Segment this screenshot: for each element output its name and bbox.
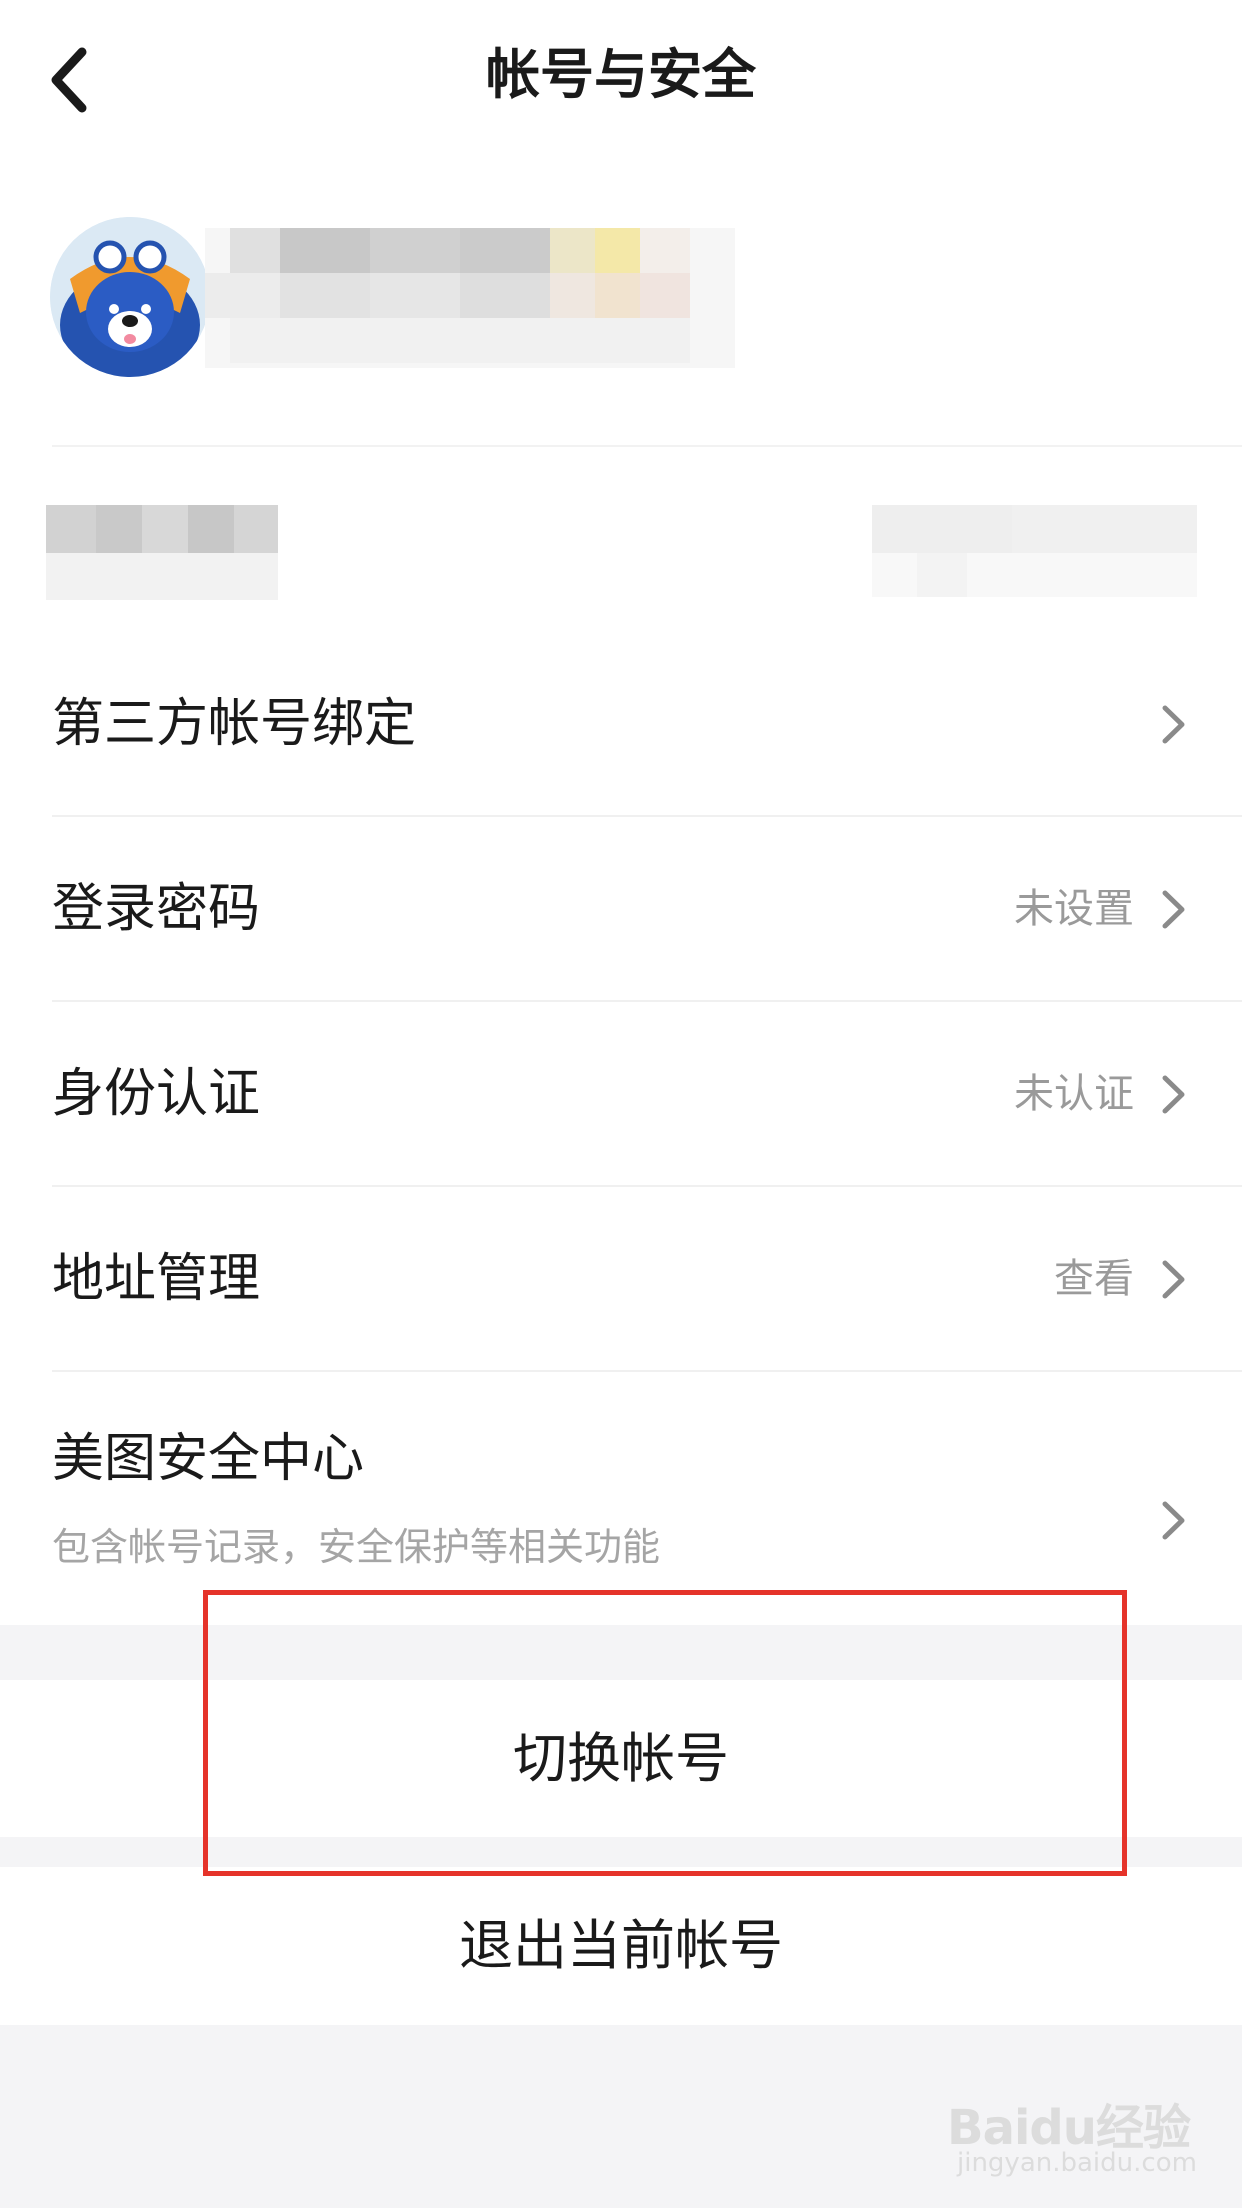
- navigation-bar: 帐号与安全: [0, 0, 1242, 150]
- chevron-right-icon: [1162, 1501, 1185, 1540]
- menu-item-label: 身份认证: [52, 1064, 261, 1124]
- account-info-value-blurred: [872, 505, 1197, 597]
- menu-item-security-center[interactable]: 美图安全中心: [0, 1372, 1242, 1625]
- avatar[interactable]: [50, 217, 210, 377]
- menu-item-label: 美图安全中心: [52, 1429, 365, 1489]
- chevron-right-icon: [1162, 1260, 1185, 1299]
- menu-item-third-party-binding[interactable]: 第三方帐号绑定: [0, 632, 1242, 817]
- menu-item-status: 未设置: [1014, 886, 1134, 932]
- menu-item-subtitle: 包含帐号记录，安全保护等相关功能: [52, 1525, 661, 1569]
- username-blurred: [205, 228, 735, 368]
- chevron-right-icon: [1162, 1075, 1185, 1114]
- chevron-right-icon: [1162, 705, 1185, 744]
- account-security-screen: 帐号与安全 第三方帐号绑定 登录密码 未设置 身份认证 未认证 地址管理 查看 …: [0, 0, 1242, 2208]
- menu-item-label: 登录密码: [52, 879, 261, 939]
- baidu-watermark: Baidu经验 jingyan.baidu.com: [947, 2070, 1197, 2190]
- menu-item-login-password[interactable]: 登录密码 未设置: [0, 817, 1242, 1002]
- menu-item-status: 未认证: [1014, 1071, 1134, 1117]
- page-title: 帐号与安全: [486, 43, 756, 106]
- menu-item-status: 查看: [1054, 1256, 1134, 1302]
- menu-item-label: 地址管理: [52, 1249, 261, 1309]
- menu-item-identity-verification[interactable]: 身份认证 未认证: [0, 1002, 1242, 1187]
- logout-button[interactable]: 退出当前帐号: [0, 1867, 1242, 2025]
- bear-avatar-icon: [50, 217, 210, 377]
- highlight-annotation: [203, 1590, 1127, 1876]
- menu-item-address-management[interactable]: 地址管理 查看: [0, 1187, 1242, 1372]
- menu-item-label: 第三方帐号绑定: [52, 694, 417, 754]
- watermark-url: jingyan.baidu.com: [957, 2148, 1197, 2178]
- chevron-right-icon: [1162, 890, 1185, 929]
- account-info-label-blurred: [46, 505, 278, 600]
